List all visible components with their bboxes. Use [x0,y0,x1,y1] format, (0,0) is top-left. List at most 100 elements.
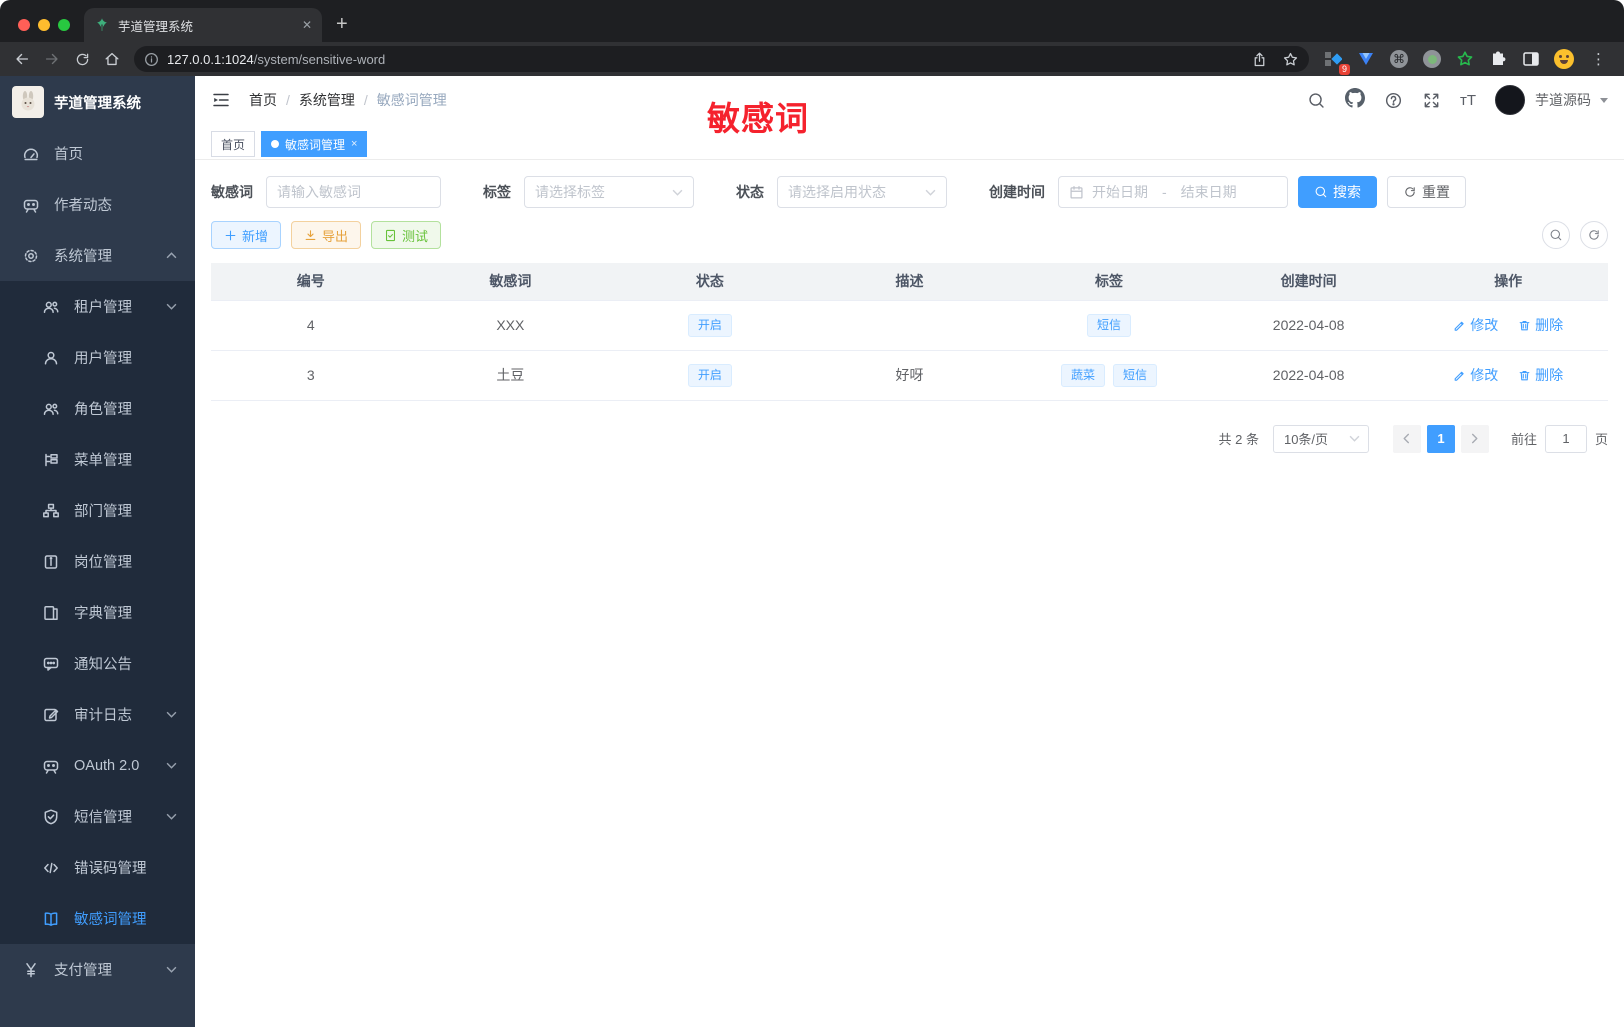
user-name[interactable]: 芋道源码 [1535,90,1591,110]
page-size-value: 10条/页 [1283,432,1329,447]
extension-star-button[interactable] [1455,49,1475,69]
prev-page-button[interactable] [1392,424,1421,453]
menu-fold-icon [213,93,229,107]
user-avatar[interactable] [1495,85,1525,115]
extension-vue-button[interactable] [1356,49,1376,69]
home-button[interactable] [98,45,126,73]
next-page-button[interactable] [1460,424,1489,453]
sidebar-item-tenant-mgmt[interactable]: 租户管理 [0,281,195,332]
reload-button[interactable] [68,45,96,73]
sidebar-item-dept-mgmt[interactable]: 部门管理 [0,485,195,536]
search-icon [1309,92,1324,108]
edit-button[interactable]: 修改 [1453,365,1498,385]
sidebar-item-role-mgmt[interactable]: 角色管理 [0,383,195,434]
status-badge: 开启 [687,363,732,387]
word-filter-input[interactable] [267,177,440,207]
back-button[interactable] [8,45,36,73]
date-range-picker[interactable]: 开始日期 - 结束日期 [1058,176,1288,208]
extension-grid-button[interactable]: 9 [1323,49,1350,75]
sidebar-item-label: 短信管理 [74,810,132,826]
sidebar-item-audit-log[interactable]: 审计日志 [0,689,195,740]
status-badge: 开启 [687,313,732,337]
sidebar-item-sms-mgmt[interactable]: 短信管理 [0,791,195,842]
sidebar-item-label: 系统管理 [54,249,112,265]
delete-button[interactable]: 删除 [1518,315,1563,335]
bookmark-button[interactable] [1282,51,1299,68]
info-icon [145,52,158,66]
sidebar-item-dict-mgmt[interactable]: 字典管理 [0,587,195,638]
sidebar-item-user-mgmt[interactable]: 用户管理 [0,332,195,383]
open-book-icon [44,911,58,926]
reset-button[interactable]: 重置 [1387,176,1466,208]
profile-avatar-button[interactable] [1554,49,1574,69]
sidebar-item-notice[interactable]: 通知公告 [0,638,195,689]
chevron-down-icon [166,303,177,310]
goto-label: 前往 [1510,432,1537,447]
sidebar-item-error-code[interactable]: 错误码管理 [0,842,195,893]
sidebar-item-author-news[interactable]: 作者动态 [0,179,195,230]
status-filter-select[interactable]: 请选择启用状态 [777,176,947,208]
table-search-toggle-button[interactable] [1542,221,1570,249]
chevron-down-icon [925,189,936,196]
breadcrumb-system[interactable]: 系统管理 [299,90,355,110]
reload-icon [76,53,88,65]
test-button[interactable]: 测试 [371,221,442,249]
cell-id: 4 [211,300,411,351]
export-button[interactable]: 导出 [291,221,362,249]
cell-created: 2022-04-08 [1208,350,1409,401]
delete-button[interactable]: 删除 [1518,365,1563,385]
help-button[interactable] [1384,91,1403,110]
word-filter-field [266,176,441,208]
extensions-puzzle-button[interactable] [1488,49,1508,69]
tab-close-icon[interactable]: ✕ [302,18,312,32]
sidebar-item-sensitive-word[interactable]: 敏感词管理 [0,893,195,944]
delete-button-label: 删除 [1535,367,1564,383]
tab-close-icon[interactable]: × [351,138,357,150]
user-caret-icon[interactable] [1600,97,1608,103]
sidebar-item-system-mgmt[interactable]: 系统管理 [0,230,195,281]
breadcrumb-home[interactable]: 首页 [249,90,277,110]
sidebar-fold-button[interactable] [211,90,231,110]
browser-tab[interactable]: 芋道管理系统 ✕ [84,8,322,42]
cell-word: XXX [410,300,611,351]
search-button[interactable]: 搜索 [1298,176,1377,208]
forward-button[interactable] [38,45,66,73]
add-button-label: 新增 [242,228,269,244]
minimize-window-button[interactable] [38,19,50,31]
chevron-left-icon [1403,433,1410,444]
maximize-window-button[interactable] [58,19,70,31]
new-tab-button[interactable]: + [336,13,348,36]
test-button-label: 测试 [402,228,429,244]
edit-button[interactable]: 修改 [1453,315,1498,335]
header-search-button[interactable] [1307,91,1326,110]
sidebar-item-label: 支付管理 [54,963,112,979]
close-window-button[interactable] [18,19,30,31]
sidebar-item-menu-mgmt[interactable]: 菜单管理 [0,434,195,485]
sidebar-item-home[interactable]: 首页 [0,128,195,179]
view-tab-home[interactable]: 首页 [211,131,256,157]
sidebar-item-post-mgmt[interactable]: 岗位管理 [0,536,195,587]
sidebar-item-oauth[interactable]: OAuth 2.0 [0,740,195,791]
extension-cmd-button[interactable]: ⌘ [1389,49,1409,69]
side-panel-button[interactable] [1521,49,1541,69]
cell-created: 2022-04-08 [1208,300,1409,351]
tag-filter-select[interactable]: 请选择标签 [524,176,694,208]
app-logo[interactable]: 芋道管理系统 [0,76,195,128]
sidebar-item-label: 作者动态 [54,198,112,214]
browser-menu-button[interactable]: ⋮ [1587,50,1610,68]
refresh-icon [1405,187,1415,197]
extension-dot-button[interactable] [1422,49,1442,69]
add-button[interactable]: 新增 [211,221,282,249]
view-tab-sensitive-word[interactable]: 敏感词管理 × [261,131,368,157]
cell-actions: 修改 删除 [1408,350,1608,401]
sidebar-item-pay-mgmt[interactable]: 支付管理 [0,944,195,995]
font-size-button[interactable]: тT [1460,92,1476,109]
address-bar[interactable]: 127.0.0.1:1024/system/sensitive-word [134,46,1309,72]
table-refresh-button[interactable] [1580,221,1608,249]
fullscreen-button[interactable] [1422,91,1441,110]
page-number-button[interactable]: 1 [1426,424,1455,453]
github-link[interactable] [1344,87,1365,113]
goto-page-input[interactable] [1544,424,1587,453]
page-size-select[interactable]: 10条/页 [1272,424,1369,453]
share-button[interactable] [1251,51,1268,68]
